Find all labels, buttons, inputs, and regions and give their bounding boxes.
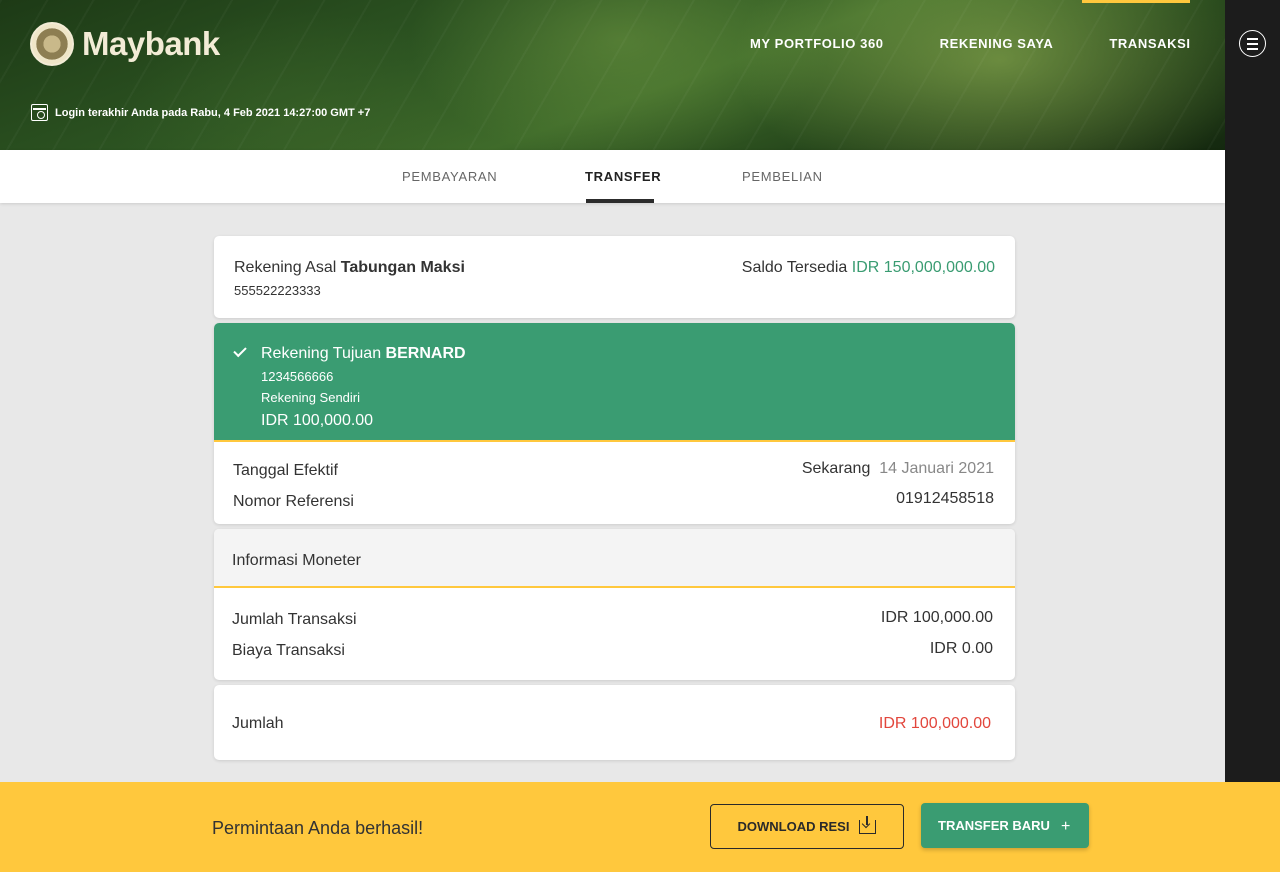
tab-pembelian[interactable]: PEMBELIAN — [742, 169, 823, 184]
logo-text: Maybank — [82, 25, 220, 62]
new-transfer-button[interactable]: TRANSFER BARU + — [921, 803, 1089, 848]
header-banner: Maybank MY PORTFOLIO 360 REKENING SAYA T… — [0, 0, 1225, 150]
maybank-logo[interactable]: Maybank — [30, 22, 220, 66]
source-account-title: Rekening Asal Tabungan Maksi — [234, 259, 465, 277]
nav-item-transaksi[interactable]: TRANSAKSI — [1109, 36, 1190, 51]
total-label: Jumlah — [232, 715, 284, 732]
effective-date: Sekarang 14 Januari 2021 — [802, 460, 994, 478]
available-balance: Saldo Tersedia IDR 150,000,000.00 — [742, 259, 995, 277]
monetary-info-header: Informasi Moneter — [214, 529, 1015, 588]
transaction-amount-label: Jumlah Transaksi — [232, 611, 357, 628]
nav-item-my-portfolio[interactable]: MY PORTFOLIO 360 — [750, 36, 884, 51]
success-bar: Permintaan Anda berhasil! DOWNLOAD RESI … — [0, 782, 1280, 872]
total-value: IDR 100,000.00 — [878, 715, 991, 732]
transaction-amount-value: IDR 100,000.00 — [880, 609, 993, 626]
check-icon — [233, 343, 247, 358]
download-icon — [859, 815, 877, 834]
calendar-clock-icon — [31, 104, 48, 121]
effective-date-label: Tanggal Efektif — [233, 462, 338, 479]
main-nav: MY PORTFOLIO 360 REKENING SAYA TRANSAKSI — [750, 36, 1191, 51]
tab-transfer[interactable]: TRANSFER — [585, 169, 661, 184]
tab-active-underline — [586, 199, 654, 203]
reference-number-value: 01912458518 — [896, 490, 994, 507]
transaction-fee-label: Biaya Transaksi — [232, 642, 345, 659]
destination-account-card: Rekening Tujuan BERNARD 1234566666 Reken… — [214, 323, 1015, 524]
source-account-number: 555522223333 — [234, 283, 321, 298]
plus-icon: + — [1061, 818, 1071, 835]
destination-account-title: Rekening Tujuan BERNARD — [261, 345, 466, 363]
download-receipt-button[interactable]: DOWNLOAD RESI — [710, 804, 904, 849]
reference-number-label: Nomor Referensi — [233, 493, 354, 510]
hamburger-menu-icon[interactable] — [1239, 30, 1266, 57]
nav-active-indicator — [1082, 0, 1190, 3]
source-account-card: Rekening Asal Tabungan Maksi 55552222333… — [214, 236, 1015, 318]
side-panel — [1225, 0, 1280, 782]
destination-account-label: Rekening Tujuan — [261, 345, 382, 362]
new-transfer-label: TRANSFER BARU — [938, 818, 1050, 833]
transaction-fee-value: IDR 0.00 — [929, 640, 993, 657]
total-card: Jumlah IDR 100,000.00 — [214, 685, 1015, 760]
tab-pembayaran[interactable]: PEMBAYARAN — [402, 169, 497, 184]
destination-account-type: Rekening Sendiri — [261, 390, 361, 405]
last-login-info: Login terakhir Anda pada Rabu, 4 Feb 202… — [31, 104, 370, 121]
source-account-name: Tabungan Maksi — [340, 259, 465, 276]
destination-account-number: 1234566666 — [261, 369, 334, 384]
destination-amount: IDR 100,000.00 — [261, 412, 374, 429]
balance-value: IDR 150,000,000.00 — [851, 259, 995, 276]
balance-label: Saldo Tersedia — [741, 259, 848, 276]
effective-date-value: 14 Januari 2021 — [879, 460, 994, 477]
download-receipt-label: DOWNLOAD RESI — [737, 819, 850, 834]
nav-item-rekening-saya[interactable]: REKENING SAYA — [940, 36, 1054, 51]
last-login-text: Login terakhir Anda pada Rabu, 4 Feb 202… — [55, 106, 371, 119]
monetary-info-title: Informasi Moneter — [232, 552, 361, 569]
effective-when: Sekarang — [801, 460, 871, 477]
transaction-tabs: PEMBAYARAN TRANSFER PEMBELIAN — [0, 150, 1225, 203]
destination-account-name: BERNARD — [385, 345, 466, 362]
source-account-label: Rekening Asal — [234, 259, 337, 276]
success-message: Permintaan Anda berhasil! — [212, 818, 424, 838]
destination-account-header: Rekening Tujuan BERNARD 1234566666 Reken… — [214, 323, 1015, 442]
monetary-info-card: Informasi Moneter Jumlah Transaksi IDR 1… — [214, 529, 1015, 680]
tiger-emblem-icon — [30, 22, 74, 66]
